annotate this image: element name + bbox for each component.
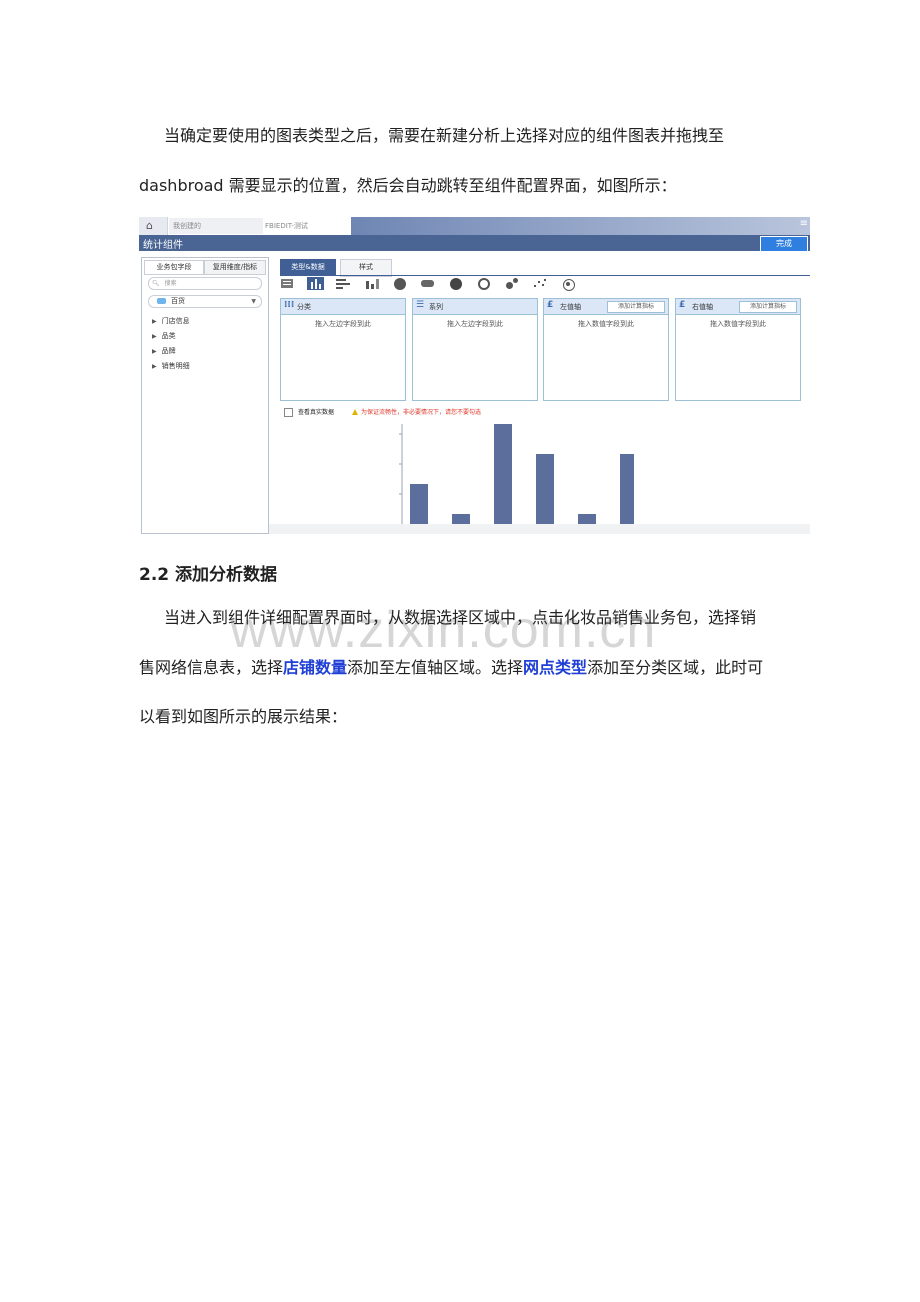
bar-3 xyxy=(494,424,512,524)
search-placeholder: 搜索 xyxy=(164,280,177,287)
tree-item[interactable]: ▶ 销售明细 xyxy=(152,361,190,371)
series-hint: 拖入左边字段到此 xyxy=(447,320,503,328)
series-icon: ☰ xyxy=(416,300,425,310)
horizontal-bar-icon[interactable] xyxy=(335,277,352,290)
para2-line1: 当进入到组件详细配置界面时，从数据选择区域中，点击化妆品销售业务包，选择销 xyxy=(164,608,757,627)
tree-item[interactable]: ▶ 品类 xyxy=(152,331,176,341)
para1-line1: 当确定要使用的图表类型之后，需要在新建分析上选择对应的组件图表并拖拽至 xyxy=(164,126,725,145)
funnel-chart-icon[interactable] xyxy=(559,277,576,291)
category-drop-zone[interactable]: ⁞⁞⁞ 分类 拖入左边字段到此 xyxy=(280,298,406,401)
top-tab-bar: ⌂ 我创建的 FBIEDIT-测试 ≡ xyxy=(139,217,810,235)
right-axis-icon: £ xyxy=(679,300,686,310)
right-axis-title: 右值轴 xyxy=(692,303,713,311)
series-drop-zone[interactable]: ☰ 系列 拖入左边字段到此 xyxy=(412,298,538,401)
table-chart-icon[interactable] xyxy=(280,277,297,290)
series-title: 系列 xyxy=(429,303,443,311)
caret-right-icon: ▶ xyxy=(152,333,157,340)
tree-item-label: 销售明细 xyxy=(161,362,190,370)
left-axis-title: 左值轴 xyxy=(560,303,581,311)
real-data-checkbox[interactable] xyxy=(284,408,293,417)
bottom-strip xyxy=(269,524,810,534)
search-input[interactable]: 🔍︎ 搜索 xyxy=(148,277,262,290)
category-icon: ⁞⁞⁞ xyxy=(284,300,295,310)
preview-bar-chart xyxy=(399,424,634,524)
real-data-label: 查看真实数据 xyxy=(298,409,335,416)
chart-config-screenshot: ⌂ 我创建的 FBIEDIT-测试 ≡ 统计组件 完成 业务包字段 复用维度/指… xyxy=(139,217,810,534)
package-dropdown[interactable]: 百货 ▼ xyxy=(148,295,262,308)
chevron-down-icon: ▼ xyxy=(251,298,256,305)
caret-right-icon: ▶ xyxy=(152,363,157,370)
pie-chart-icon[interactable] xyxy=(391,277,408,290)
tab-bar-filler: ≡ xyxy=(351,217,810,235)
gauge-chart-icon[interactable] xyxy=(447,277,464,290)
caret-right-icon: ▶ xyxy=(152,348,157,355)
highlight-outlet-type: 网点类型 xyxy=(523,658,588,677)
tree-item-label: 品牌 xyxy=(161,347,176,355)
bar-6 xyxy=(620,454,634,524)
para2-line2: 售网络信息表，选择店铺数量添加至左值轴区域。选择网点类型添加至分类区域，此时可 xyxy=(139,656,763,680)
tree-item[interactable]: ▶ 门店信息 xyxy=(152,316,190,326)
done-button[interactable]: 完成 xyxy=(760,236,808,252)
tab-type-data[interactable]: 类型&数据 xyxy=(280,259,336,275)
bubble-chart-icon[interactable] xyxy=(503,277,520,290)
title-bar: 统计组件 完成 xyxy=(139,235,810,252)
bar-chart-icon[interactable] xyxy=(307,277,324,290)
right-axis-add-metric-button[interactable]: 添加计算指标 xyxy=(739,301,797,313)
category-title: 分类 xyxy=(297,303,311,311)
tree-item-label: 品类 xyxy=(161,332,176,340)
tab-reuse-dimensions[interactable]: 复用维度/指标 xyxy=(204,260,266,275)
left-axis-add-metric-button[interactable]: 添加计算指标 xyxy=(607,301,665,313)
bar-5 xyxy=(578,514,596,524)
para2-text-c: 添加至分类区域，此时可 xyxy=(587,658,764,677)
tab-package-fields[interactable]: 业务包字段 xyxy=(144,260,204,275)
home-tab[interactable]: ⌂ xyxy=(139,217,168,235)
stacked-bar-icon[interactable] xyxy=(363,277,380,290)
package-icon xyxy=(157,298,166,304)
warning-icon xyxy=(352,409,358,415)
right-axis-drop-zone[interactable]: £ 右值轴 添加计算指标 拖入数值字段到此 xyxy=(675,298,801,401)
left-axis-icon: £ xyxy=(547,300,554,310)
component-title: 统计组件 xyxy=(143,240,183,251)
donut-chart-icon[interactable] xyxy=(475,277,492,290)
para2-text-b: 添加至左值轴区域。选择 xyxy=(347,658,524,677)
field-panel: 业务包字段 复用维度/指标 🔍︎ 搜索 百货 ▼ ▶ 门店信息 ▶ 品类 ▶ 品牌 ▶… xyxy=(141,257,269,534)
category-hint: 拖入左边字段到此 xyxy=(315,320,371,328)
tab-fbiedit[interactable]: FBIEDIT-测试 xyxy=(261,218,355,234)
caret-right-icon: ▶ xyxy=(152,318,157,325)
right-axis-hint: 拖入数值字段到此 xyxy=(710,320,766,328)
para1-line2: dashbroad 需要显示的位置，然后会自动跳转至组件配置界面，如图所示： xyxy=(139,176,677,195)
bar-1 xyxy=(410,484,428,524)
bar-2 xyxy=(452,514,470,524)
warning-message: 为保证流畅性，非必要情况下，请您不要勾选 xyxy=(352,407,481,416)
warning-text: 为保证流畅性，非必要情况下，请您不要勾选 xyxy=(361,409,482,416)
tree-item[interactable]: ▶ 品牌 xyxy=(152,346,176,356)
dropdown-value: 百货 xyxy=(171,297,185,305)
tab-underline xyxy=(280,275,810,276)
scatter-chart-icon[interactable] xyxy=(531,277,548,290)
left-axis-drop-zone[interactable]: £ 左值轴 添加计算指标 拖入数值字段到此 xyxy=(543,298,669,401)
bar-4 xyxy=(536,454,554,524)
home-icon: ⌂ xyxy=(146,219,153,232)
menu-icon[interactable]: ≡ xyxy=(800,218,808,229)
para2-text-a: 售网络信息表，选择 xyxy=(139,658,284,677)
para2-line3: 以看到如图所示的展示结果： xyxy=(139,707,348,726)
tree-item-label: 门店信息 xyxy=(161,317,190,325)
map-chart-icon[interactable] xyxy=(419,277,436,290)
search-icon: 🔍︎ xyxy=(152,280,160,287)
left-axis-hint: 拖入数值字段到此 xyxy=(578,320,634,328)
highlight-store-count: 店铺数量 xyxy=(283,658,348,677)
section-heading: 2.2 添加分析数据 xyxy=(139,565,278,585)
tab-my-created[interactable]: 我创建的 xyxy=(169,218,263,234)
